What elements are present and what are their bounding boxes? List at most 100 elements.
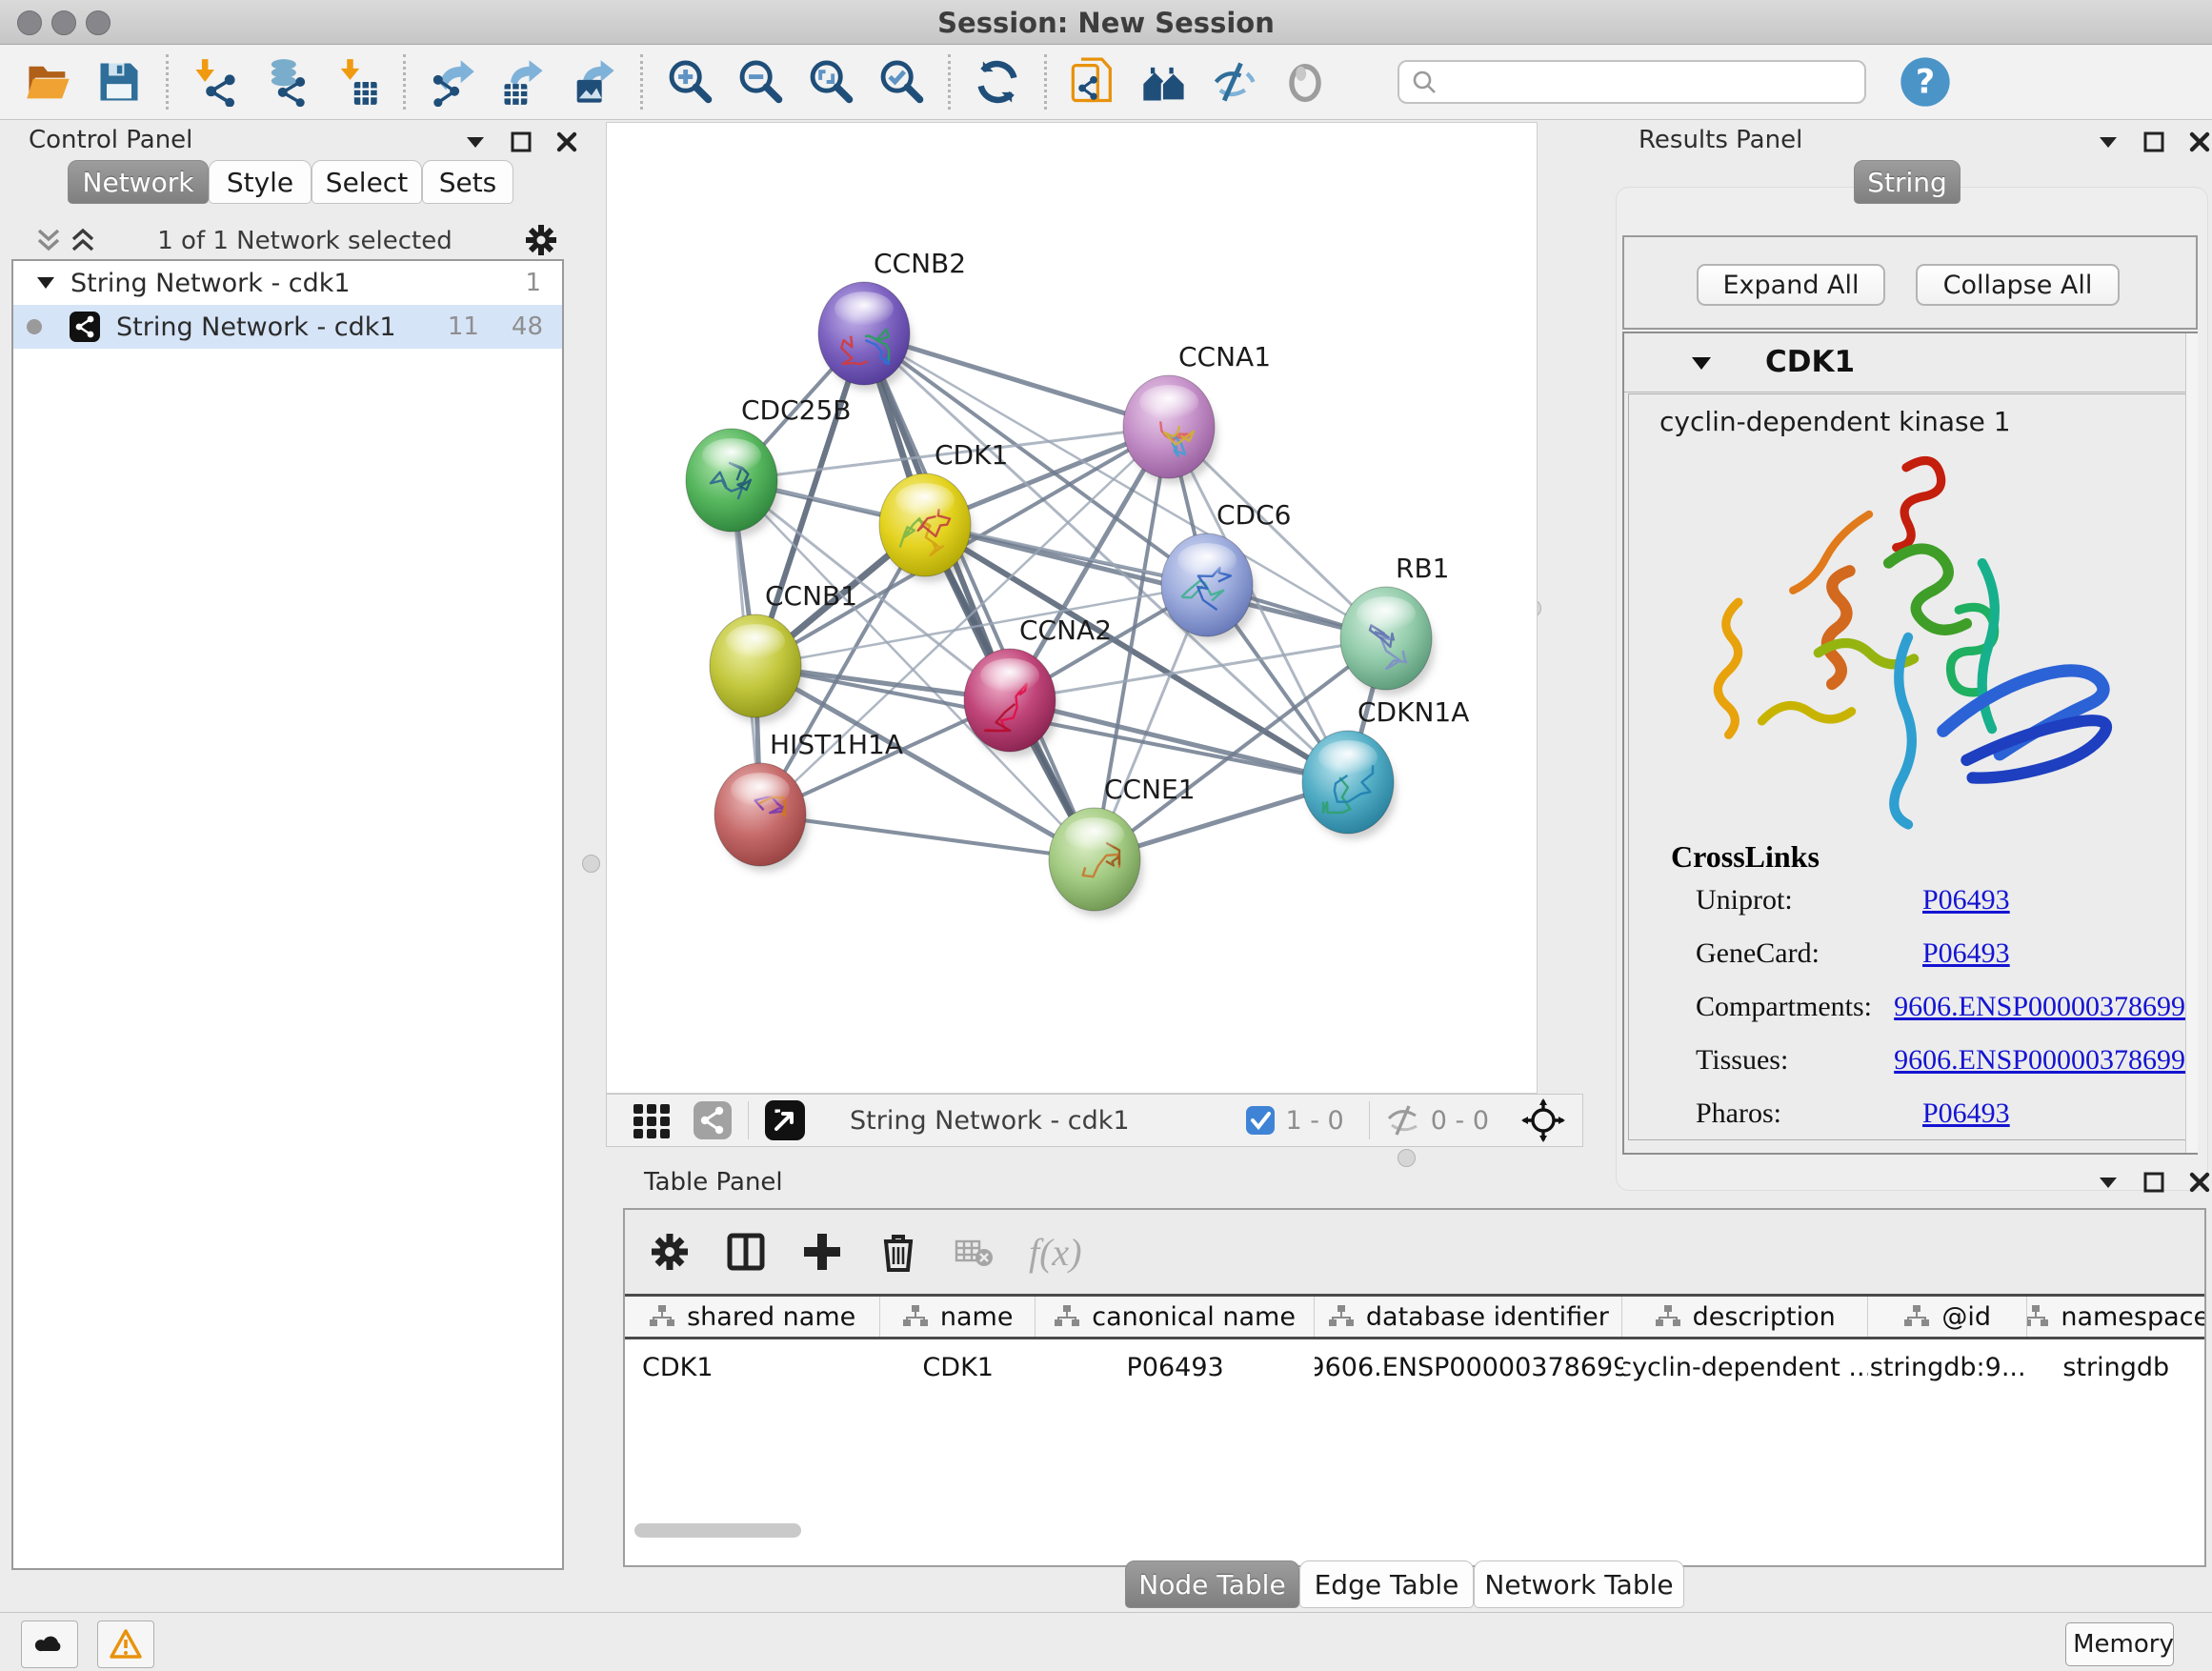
table-horizontal-scrollbar[interactable]: [634, 1523, 801, 1538]
table-cell[interactable]: CDK1: [880, 1345, 1036, 1389]
memory-button[interactable]: Memory: [2065, 1622, 2174, 1666]
expand-all-button[interactable]: Expand All: [1697, 264, 1885, 306]
panel-menu-icon[interactable]: [2096, 130, 2121, 154]
import-network-from-database-button[interactable]: [251, 51, 321, 112]
export-to-web-button[interactable]: [1058, 51, 1129, 112]
zoom-in-button[interactable]: [654, 51, 725, 112]
column-header[interactable]: name: [880, 1297, 1036, 1337]
table-cell[interactable]: cyclin-dependent ...: [1623, 1345, 1868, 1389]
collapse-all-button[interactable]: Collapse All: [1916, 264, 2120, 306]
table-cell[interactable]: P06493: [1036, 1345, 1315, 1389]
birdseye-crosshair-icon[interactable]: [1521, 1098, 1565, 1142]
protein-section-header[interactable]: CDK1: [1624, 333, 2196, 393]
open-session-button[interactable]: [13, 51, 84, 112]
network-node-CDK1[interactable]: [879, 473, 974, 582]
apply-layout-button[interactable]: [962, 51, 1033, 112]
collapse-all-networks-icon[interactable]: [34, 225, 63, 255]
export-network-button[interactable]: [417, 51, 488, 112]
export-image-button[interactable]: [558, 51, 629, 112]
close-panel-icon[interactable]: [554, 130, 579, 154]
hidden-eye-slash-icon[interactable]: [1385, 1104, 1421, 1137]
column-header[interactable]: description: [1622, 1297, 1867, 1337]
network-view-share-icon[interactable]: [693, 1100, 733, 1140]
zoom-selected-button[interactable]: [866, 51, 936, 112]
import-network-button[interactable]: [180, 51, 251, 112]
import-table-button[interactable]: [321, 51, 392, 112]
tab-node-table[interactable]: Node Table: [1125, 1560, 1299, 1608]
table-gear-icon[interactable]: [648, 1230, 692, 1274]
column-header[interactable]: @id: [1868, 1297, 2028, 1337]
search-input[interactable]: [1447, 67, 1853, 97]
cloud-status-button[interactable]: [21, 1621, 78, 1668]
expand-all-networks-icon[interactable]: [69, 225, 97, 255]
column-header[interactable]: namespace: [2027, 1297, 2204, 1337]
tab-string[interactable]: String: [1854, 160, 1961, 204]
crosslink-link[interactable]: 9606.ENSP00000378699: [1894, 991, 2185, 1023]
network-node-CDKN1A[interactable]: [1302, 731, 1397, 839]
tab-select[interactable]: Select: [312, 160, 422, 204]
crosslink-link[interactable]: P06493: [1922, 1097, 2010, 1130]
network-node-CCNA2[interactable]: [964, 649, 1058, 757]
table-cell[interactable]: CDK1: [625, 1345, 880, 1389]
warnings-button[interactable]: [97, 1621, 154, 1668]
left-splitter-handle[interactable]: [582, 855, 600, 873]
select-columns-icon[interactable]: [724, 1230, 768, 1274]
highlight-button[interactable]: [1270, 51, 1340, 112]
grid-view-icon[interactable]: [632, 1100, 672, 1140]
show-all-views-button[interactable]: [1129, 51, 1199, 112]
table-row[interactable]: CDK1 CDK1 P06493 9606.ENSP00000378699 cy…: [625, 1345, 2204, 1389]
table-cell[interactable]: stringdb: [2027, 1345, 2204, 1389]
column-header[interactable]: canonical name: [1036, 1297, 1315, 1337]
tab-network-table[interactable]: Network Table: [1474, 1560, 1684, 1608]
zoom-fit-button[interactable]: [795, 51, 866, 112]
table-cell[interactable]: stringdb:9...: [1868, 1345, 2028, 1389]
column-header[interactable]: database identifier: [1315, 1297, 1622, 1337]
panel-menu-icon[interactable]: [2096, 1170, 2121, 1195]
protein-structure-image[interactable]: [1703, 445, 2113, 837]
column-header[interactable]: shared name: [625, 1297, 880, 1337]
network-collection-row[interactable]: String Network - cdk1 1: [13, 261, 562, 305]
tree-expander-icon[interactable]: [34, 272, 57, 294]
open-view-icon[interactable]: [764, 1099, 806, 1141]
help-button[interactable]: ?: [1899, 55, 1952, 109]
function-builder-icon[interactable]: f(x): [1029, 1230, 1082, 1275]
network-graph[interactable]: CCNB2CCNA1CDC25BCDK1CDC6RB1CCNB1CCNA2CDK…: [607, 123, 1537, 1093]
network-canvas[interactable]: CCNB2CCNA1CDC25BCDK1CDC6RB1CCNB1CCNA2CDK…: [606, 122, 1538, 1094]
crosslink-link[interactable]: P06493: [1922, 884, 2010, 916]
network-options-gear-icon[interactable]: [522, 221, 560, 259]
network-node-CDC25B[interactable]: [686, 429, 780, 537]
network-row[interactable]: String Network - cdk1 11 48: [13, 305, 562, 349]
bottom-splitter-handle[interactable]: [1398, 1149, 1416, 1167]
crosslink-link[interactable]: 9606.ENSP00000378699: [1894, 1044, 2185, 1077]
network-edge[interactable]: [925, 525, 1386, 638]
network-node-CCNA1[interactable]: [1123, 375, 1217, 484]
tab-style[interactable]: Style: [209, 160, 312, 204]
tab-network[interactable]: Network: [68, 160, 209, 204]
network-node-CCNB1[interactable]: [710, 614, 804, 723]
table-cell[interactable]: 9606.ENSP00000378699: [1315, 1345, 1622, 1389]
crosslink-link[interactable]: P06493: [1922, 937, 2010, 970]
panel-menu-icon[interactable]: [463, 130, 488, 154]
network-edge[interactable]: [864, 333, 1095, 859]
tab-edge-table[interactable]: Edge Table: [1299, 1560, 1474, 1608]
float-panel-icon[interactable]: [2142, 1170, 2166, 1195]
section-expander-icon[interactable]: [1689, 351, 1714, 375]
export-table-button[interactable]: [488, 51, 558, 112]
network-node-RB1[interactable]: [1340, 587, 1435, 695]
results-scrollbar[interactable]: [2185, 333, 2198, 1153]
zoom-out-button[interactable]: [725, 51, 795, 112]
network-edge[interactable]: [760, 815, 1095, 859]
delete-table-icon[interactable]: [953, 1230, 996, 1274]
search-field[interactable]: [1398, 60, 1866, 104]
toggle-graphics-details-button[interactable]: [1199, 51, 1270, 112]
tab-sets[interactable]: Sets: [422, 160, 513, 204]
network-node-CDC6[interactable]: [1161, 534, 1256, 642]
network-node-HIST1H1A[interactable]: [714, 763, 809, 872]
float-panel-icon[interactable]: [509, 130, 533, 154]
close-panel-icon[interactable]: [2187, 1170, 2212, 1195]
selected-checkbox-icon[interactable]: [1245, 1105, 1276, 1136]
save-session-button[interactable]: [84, 51, 154, 112]
float-panel-icon[interactable]: [2142, 130, 2166, 154]
close-panel-icon[interactable]: [2187, 130, 2212, 154]
delete-column-icon[interactable]: [876, 1230, 920, 1274]
